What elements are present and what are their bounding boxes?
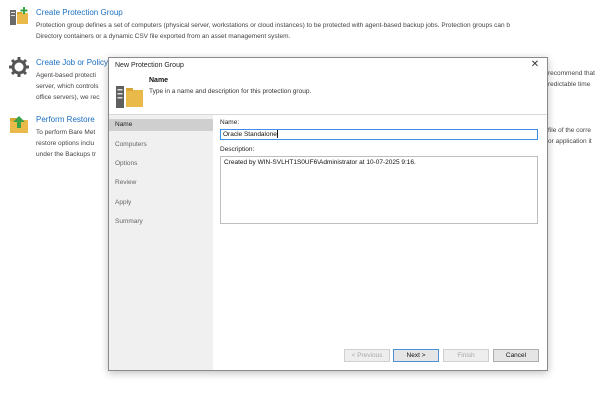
- bg-right-fragment: redictable time: [548, 81, 591, 88]
- gear-icon: [9, 57, 29, 77]
- step-title: Name: [149, 77, 169, 84]
- new-protection-group-dialog: New Protection Group ✕ Name Type in a na…: [108, 57, 548, 371]
- text-caret: [276, 130, 278, 139]
- bg-desc-create-protection-group: Protection group defines a set of comput…: [36, 20, 600, 42]
- bg-right-fragment: recommend that: [548, 70, 595, 77]
- bg-item-create-protection-group: Create Protection Group Protection group…: [8, 6, 600, 46]
- close-icon[interactable]: ✕: [529, 59, 541, 71]
- name-input[interactable]: Oracle Standalone: [220, 129, 538, 140]
- name-label: Name:: [220, 119, 240, 126]
- dialog-titlebar[interactable]: New Protection Group ✕: [109, 58, 547, 74]
- restore-icon: [10, 116, 28, 133]
- name-value: Oracle Standalone: [223, 131, 277, 138]
- finish-button[interactable]: Finish: [443, 349, 489, 362]
- bg-title-create-protection-group[interactable]: Create Protection Group: [36, 8, 123, 17]
- bg-right-fragment: or application it: [548, 138, 592, 145]
- step-apply[interactable]: Apply: [109, 197, 213, 209]
- description-value: Created by WIN-SVLHT1S0UF6\Administrator…: [224, 159, 416, 166]
- protection-group-icon: [116, 86, 143, 108]
- step-subtitle: Type in a name and description for this …: [149, 88, 312, 95]
- cancel-button[interactable]: Cancel: [493, 349, 539, 362]
- dialog-header: Name Type in a name and description for …: [109, 74, 547, 115]
- wizard-steps: Name Computers Options Review Apply Summ…: [109, 115, 213, 370]
- step-review[interactable]: Review: [109, 177, 213, 189]
- step-computers[interactable]: Computers: [109, 139, 213, 151]
- bg-desc-line: Protection group defines a set of comput…: [36, 22, 511, 29]
- step-summary[interactable]: Summary: [109, 216, 213, 228]
- step-name[interactable]: Name: [109, 119, 213, 131]
- protection-group-icon: [10, 7, 28, 25]
- bg-title-create-job[interactable]: Create Job or Policy: [36, 58, 108, 67]
- bg-desc-line: Directory containers or a dynamic CSV fi…: [36, 33, 291, 40]
- dialog-title: New Protection Group: [115, 62, 184, 69]
- step-options[interactable]: Options: [109, 158, 213, 170]
- bg-right-fragment: file of the corre: [548, 127, 591, 134]
- description-label: Description:: [220, 146, 255, 153]
- previous-button[interactable]: < Previous: [344, 349, 390, 362]
- wizard-content: Name: Oracle Standalone Description: Cre…: [213, 115, 547, 370]
- description-input[interactable]: Created by WIN-SVLHT1S0UF6\Administrator…: [220, 156, 538, 224]
- bg-title-perform-restore[interactable]: Perform Restore: [36, 115, 95, 124]
- next-button[interactable]: Next >: [393, 349, 439, 362]
